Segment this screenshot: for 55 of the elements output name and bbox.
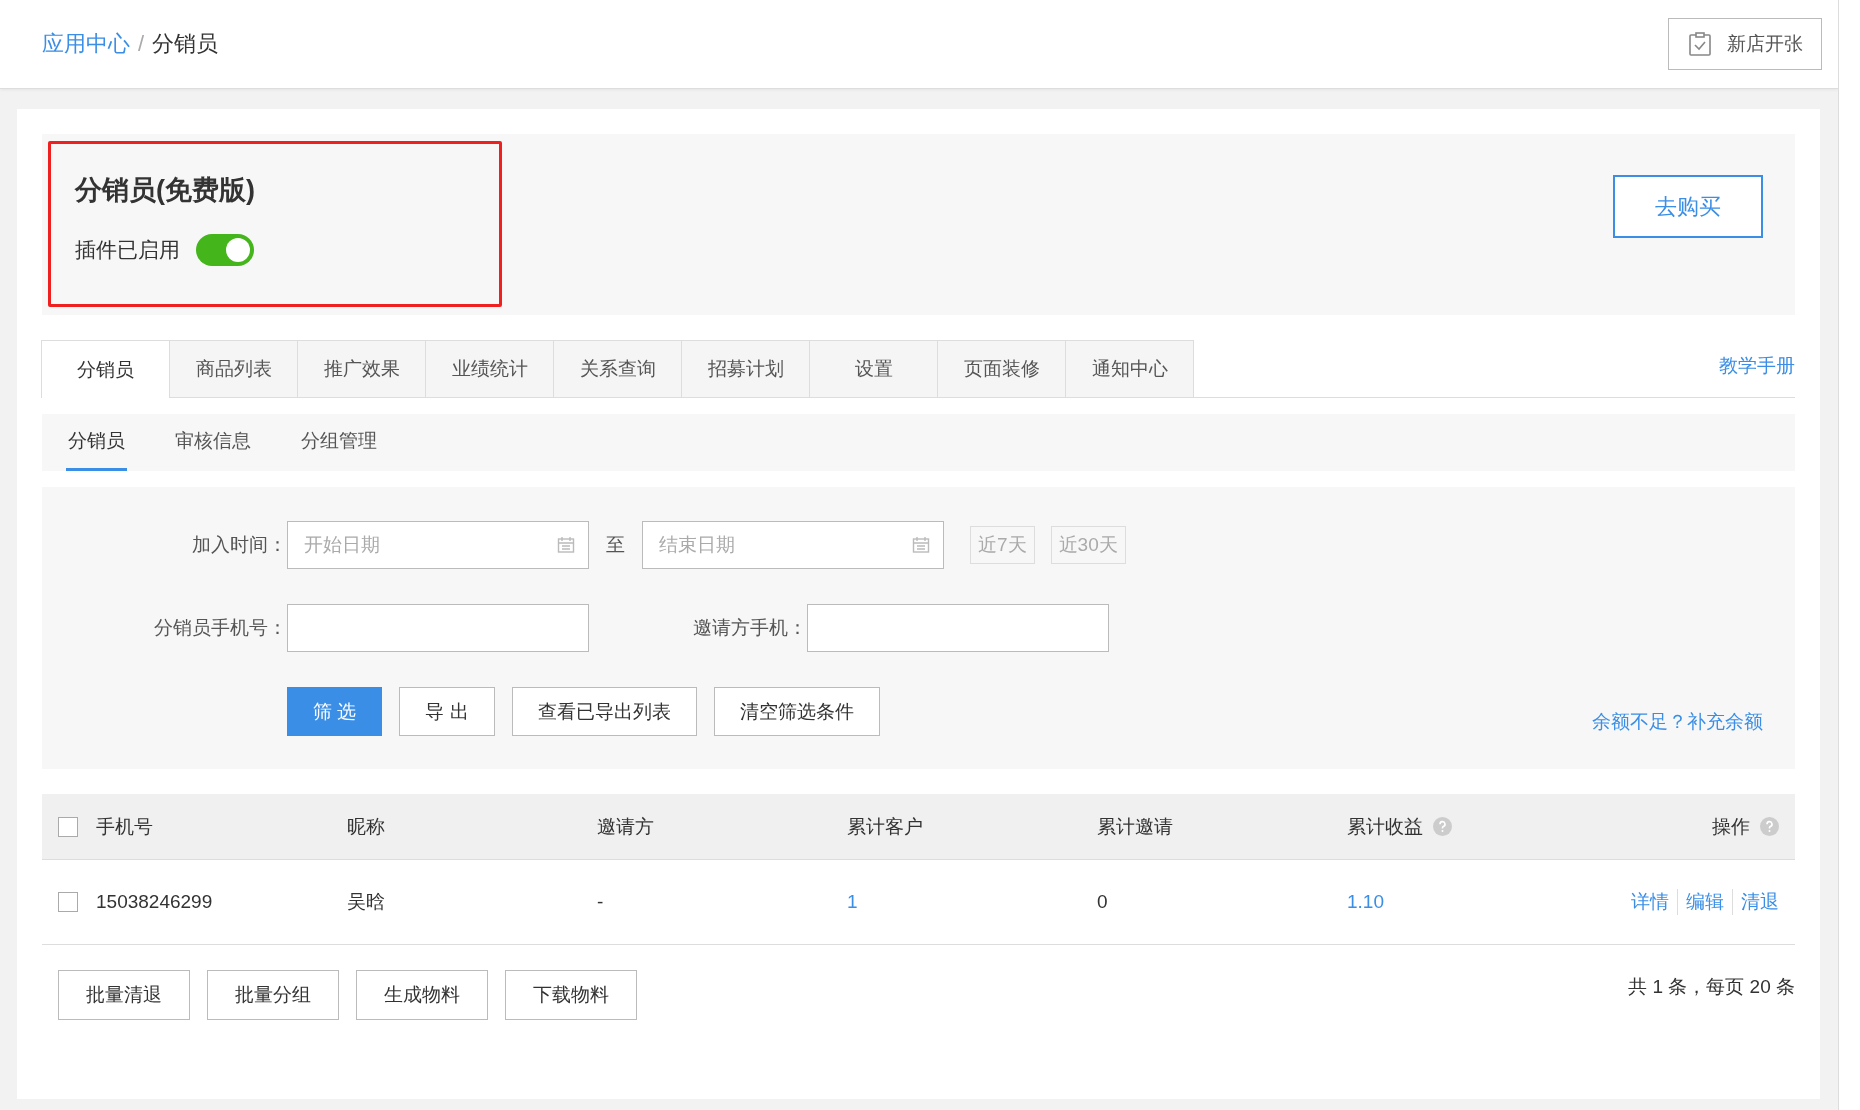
column-header: 累计客户 — [847, 814, 923, 839]
action-button[interactable]: 查看已导出列表 — [511, 687, 697, 736]
breadcrumb-current: 分销员 — [152, 30, 219, 58]
distributor-phone-field[interactable] — [287, 604, 589, 652]
end-date-field[interactable]: 结束日期 — [642, 521, 944, 569]
inviter-phone-field[interactable] — [807, 604, 1109, 652]
plugin-title: 分销员(免费版) — [75, 174, 256, 207]
inviter-phone-label: 邀请方手机： — [692, 616, 807, 640]
row-action-link[interactable]: 详情 — [1623, 889, 1677, 915]
plugin-status-label: 插件已启用 — [75, 237, 180, 263]
start-date-field[interactable]: 开始日期 — [287, 521, 589, 569]
column-header: 累计收益 — [1347, 814, 1423, 839]
breadcrumb-separator: / — [138, 31, 145, 57]
bulk-action-button[interactable]: 批量清退 — [58, 970, 190, 1020]
tab[interactable]: 业绩统计 — [425, 340, 554, 397]
tab[interactable]: 推广效果 — [297, 340, 426, 397]
calendar-icon — [912, 536, 930, 554]
tab[interactable]: 页面装修 — [937, 340, 1066, 397]
table-cell: 15038246299 — [96, 891, 213, 913]
select-all-checkbox[interactable] — [58, 816, 78, 837]
tab[interactable]: 通知中心 — [1065, 340, 1194, 397]
column-header: 操作 — [1712, 814, 1750, 839]
table-cell: - — [597, 891, 604, 913]
clipboard-check-icon — [1687, 31, 1713, 57]
subtab[interactable]: 分组管理 — [299, 414, 379, 471]
table-cell: 0 — [1097, 891, 1108, 913]
new-shop-button[interactable]: 新店开张 — [1668, 18, 1822, 70]
plugin-toggle[interactable] — [196, 234, 254, 266]
tab[interactable]: 分销员 — [41, 340, 170, 398]
action-button[interactable]: 清空筛选条件 — [713, 687, 880, 736]
tab[interactable]: 招募计划 — [681, 340, 810, 397]
tab[interactable]: 关系查询 — [553, 340, 682, 397]
column-header: 邀请方 — [597, 814, 654, 839]
help-icon[interactable] — [1433, 817, 1452, 836]
action-button[interactable]: 导 出 — [399, 687, 495, 736]
row-checkbox[interactable] — [58, 892, 78, 912]
distributor-phone-label: 分销员手机号： — [153, 616, 287, 640]
pagination-summary: 共 1 条，每页 20 条 — [1628, 975, 1795, 999]
row-action-link[interactable]: 清退 — [1732, 889, 1779, 915]
tab[interactable]: 商品列表 — [169, 340, 298, 397]
join-time-label: 加入时间： — [191, 533, 287, 557]
column-header: 手机号 — [96, 814, 153, 839]
row-action-link[interactable]: 编辑 — [1677, 889, 1732, 915]
calendar-icon — [557, 536, 575, 554]
column-header: 累计邀请 — [1097, 814, 1173, 839]
bulk-action-button[interactable]: 批量分组 — [207, 970, 339, 1020]
column-header: 昵称 — [347, 814, 385, 839]
tab[interactable]: 设置 — [809, 340, 938, 397]
subtab[interactable]: 分销员 — [66, 414, 127, 471]
subtab[interactable]: 审核信息 — [173, 414, 253, 471]
range-separator: 至 — [605, 533, 626, 557]
bulk-action-button[interactable]: 生成物料 — [356, 970, 488, 1020]
help-icon[interactable] — [1760, 817, 1779, 836]
bulk-action-button[interactable]: 下载物料 — [505, 970, 637, 1020]
table-cell-text: 吴晗 — [347, 890, 385, 914]
